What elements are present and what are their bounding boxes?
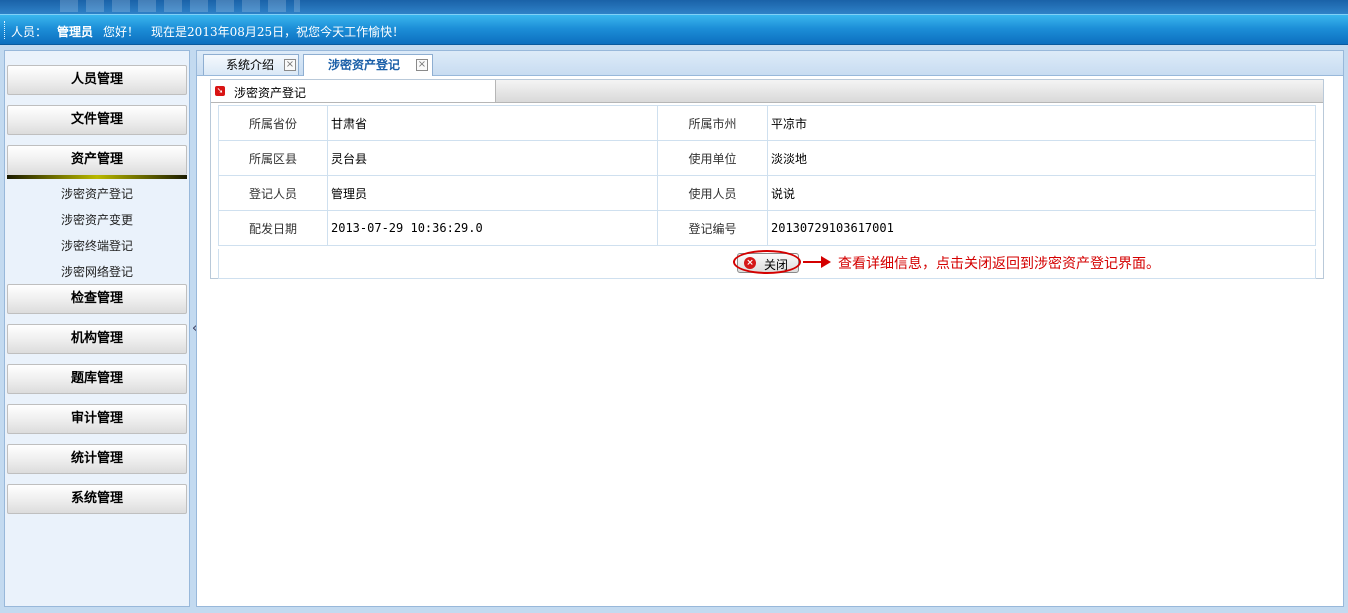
submenu-terminal-register[interactable]: 涉密终端登记 bbox=[5, 237, 189, 254]
annotation-arrow-line bbox=[803, 261, 823, 263]
greeting: 您好！ bbox=[103, 25, 140, 39]
label-issue-date: 配发日期 bbox=[218, 210, 328, 246]
asset-info-table: 所属省份 甘肃省 所属市州 平凉市 所属区县 灵台县 使用单位 淡淡地 登记人员… bbox=[218, 105, 1316, 246]
submenu-network-register[interactable]: 涉密网络登记 bbox=[5, 263, 189, 280]
menu-inspection[interactable]: 检查管理 bbox=[7, 284, 187, 314]
submenu-asset-register[interactable]: 涉密资产登记 bbox=[5, 185, 189, 202]
x-circle-icon: × bbox=[744, 257, 756, 269]
panel-header: ➘ 涉密资产登记 bbox=[211, 80, 1323, 103]
value-issue-date: 2013-07-29 10:36:29.0 bbox=[327, 210, 658, 246]
label-unit: 使用单位 bbox=[657, 140, 768, 176]
label-city: 所属市州 bbox=[657, 105, 768, 141]
label-province: 所属省份 bbox=[218, 105, 328, 141]
close-button[interactable]: × 关闭 bbox=[737, 253, 799, 273]
top-banner-strip bbox=[0, 0, 1348, 14]
value-register-no: 20130729103617001 bbox=[767, 210, 1316, 246]
table-row: 登记人员 管理员 使用人员 说说 bbox=[218, 175, 1316, 211]
table-row: 所属区县 灵台县 使用单位 淡淡地 bbox=[218, 140, 1316, 176]
banner-title-ghost bbox=[60, 0, 300, 12]
menu-audit[interactable]: 审计管理 bbox=[7, 404, 187, 434]
value-user: 说说 bbox=[767, 175, 1316, 211]
label-county: 所属区县 bbox=[218, 140, 328, 176]
annotation-text: 查看详细信息，点击关闭返回到涉密资产登记界面。 bbox=[838, 256, 1160, 272]
value-province: 甘肃省 bbox=[327, 105, 658, 141]
label-register-no: 登记编号 bbox=[657, 210, 768, 246]
status-text: 人员： 管理员 您好！ 现在是2013年08月25日，祝您今天工作愉快！ bbox=[11, 23, 404, 40]
menu-assets[interactable]: 资产管理 bbox=[7, 145, 187, 175]
menu-personnel[interactable]: 人员管理 bbox=[7, 65, 187, 95]
sidebar: 人员管理 文件管理 资产管理 涉密资产登记 涉密资产变更 涉密终端登记 涉密网络… bbox=[4, 50, 190, 607]
close-icon[interactable]: × bbox=[284, 59, 296, 71]
table-row: 配发日期 2013-07-29 10:36:29.0 登记编号 20130729… bbox=[218, 210, 1316, 246]
menu-statistics[interactable]: 统计管理 bbox=[7, 444, 187, 474]
grip-handle bbox=[4, 21, 7, 39]
label-user: 使用人员 bbox=[657, 175, 768, 211]
table-row: 所属省份 甘肃省 所属市州 平凉市 bbox=[218, 105, 1316, 141]
user-role: 管理员 bbox=[57, 25, 94, 39]
date-message: 现在是2013年08月25日，祝您今天工作愉快！ bbox=[151, 25, 405, 39]
tab-asset-register[interactable]: 涉密资产登记 × bbox=[303, 54, 433, 76]
submenu-asset-change[interactable]: 涉密资产变更 bbox=[5, 211, 189, 228]
active-menu-indicator bbox=[7, 175, 187, 179]
panel-title: 涉密资产登记 bbox=[234, 86, 307, 100]
user-label: 人员： bbox=[11, 25, 48, 39]
main-panel: 系统介绍 × 涉密资产登记 × ➘ 涉密资产登记 所属省份 甘肃省 所属市州 平… bbox=[196, 50, 1344, 607]
tab-label: 系统介绍 bbox=[226, 58, 275, 72]
menu-files[interactable]: 文件管理 bbox=[7, 105, 187, 135]
value-registrar: 管理员 bbox=[327, 175, 658, 211]
menu-question-bank[interactable]: 题库管理 bbox=[7, 364, 187, 394]
tab-label: 涉密资产登记 bbox=[328, 58, 401, 72]
value-city: 平凉市 bbox=[767, 105, 1316, 141]
tab-bar: 系统介绍 × 涉密资产登记 × bbox=[197, 51, 1343, 76]
annotation-arrow-icon bbox=[821, 256, 831, 268]
label-registrar: 登记人员 bbox=[218, 175, 328, 211]
close-icon[interactable]: × bbox=[416, 59, 428, 71]
value-unit: 淡淡地 bbox=[767, 140, 1316, 176]
value-county: 灵台县 bbox=[327, 140, 658, 176]
panel-title-box: ➘ 涉密资产登记 bbox=[211, 80, 496, 102]
arrow-box-icon: ➘ bbox=[215, 86, 225, 96]
menu-system[interactable]: 系统管理 bbox=[7, 484, 187, 514]
close-button-label: 关闭 bbox=[764, 258, 789, 272]
menu-organization[interactable]: 机构管理 bbox=[7, 324, 187, 354]
status-bar: 人员： 管理员 您好！ 现在是2013年08月25日，祝您今天工作愉快！ bbox=[0, 14, 1348, 45]
tab-system-intro[interactable]: 系统介绍 × bbox=[203, 54, 299, 75]
asset-detail-panel: ➘ 涉密资产登记 所属省份 甘肃省 所属市州 平凉市 所属区县 灵台县 使用单位… bbox=[210, 79, 1324, 279]
